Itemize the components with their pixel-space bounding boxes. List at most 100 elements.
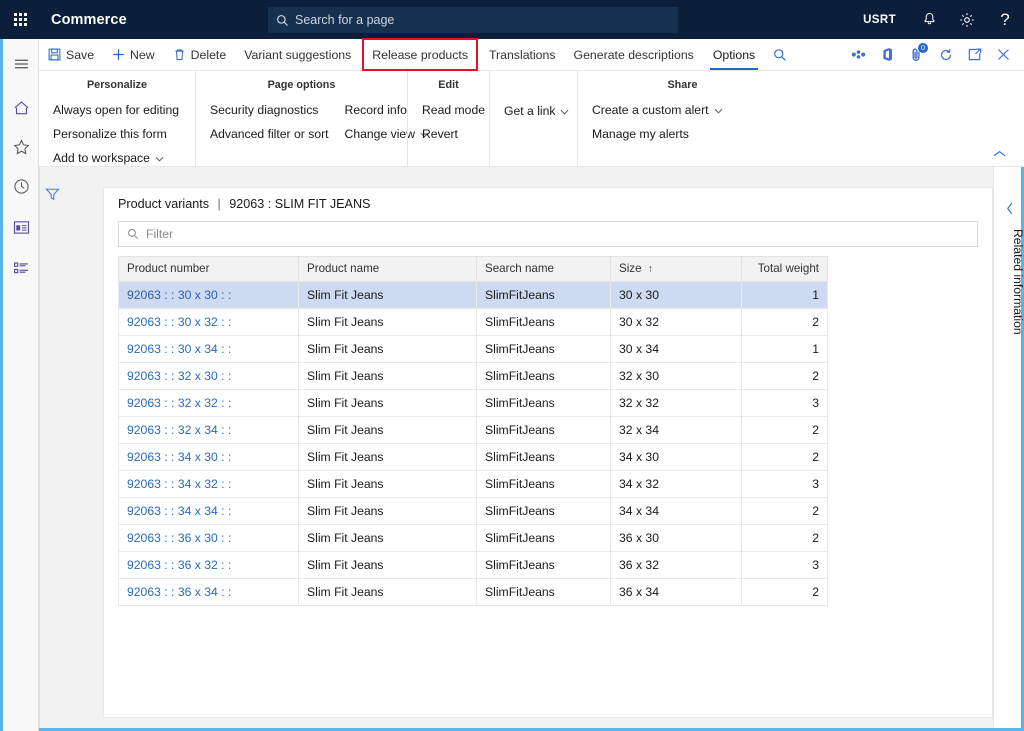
create-a-custom-alert-item[interactable]: Create a custom alert bbox=[592, 100, 727, 120]
options-label: Options bbox=[713, 48, 755, 62]
variant-suggestions-label: Variant suggestions bbox=[244, 48, 351, 62]
notifications-icon[interactable] bbox=[910, 0, 948, 39]
grid-filter-placeholder: Filter bbox=[146, 227, 173, 241]
personalize-this-form-item[interactable]: Personalize this form bbox=[53, 124, 183, 144]
table-row[interactable]: 92063 : : 30 x 34 : :Slim Fit JeansSlimF… bbox=[119, 336, 828, 363]
cell-size: 32 x 34 bbox=[611, 417, 742, 444]
cell-product_number[interactable]: 92063 : : 34 x 30 : : bbox=[119, 444, 299, 471]
related-information-label[interactable]: Related information bbox=[994, 229, 1024, 335]
release-products-button[interactable]: Release products bbox=[363, 39, 477, 70]
office-app-icon[interactable] bbox=[873, 39, 902, 70]
app-launcher-icon[interactable] bbox=[0, 0, 40, 39]
save-button[interactable]: Save bbox=[39, 39, 103, 70]
funnel-icon[interactable] bbox=[45, 187, 65, 207]
column-header-search-name[interactable]: Search name bbox=[477, 257, 611, 282]
column-header-product-number[interactable]: Product number bbox=[119, 257, 299, 282]
always-open-for-editing-item[interactable]: Always open for editing bbox=[53, 100, 183, 120]
table-row[interactable]: 92063 : : 32 x 34 : :Slim Fit JeansSlimF… bbox=[119, 417, 828, 444]
filter-pane-strip bbox=[40, 167, 65, 731]
table-row[interactable]: 92063 : : 36 x 30 : :Slim Fit JeansSlimF… bbox=[119, 525, 828, 552]
cell-product_number[interactable]: 92063 : : 36 x 30 : : bbox=[119, 525, 299, 552]
attachments-icon[interactable]: 0 bbox=[902, 39, 931, 70]
ribbon-item-label: Create a custom alert bbox=[592, 102, 709, 118]
cell-product_number[interactable]: 92063 : : 32 x 30 : : bbox=[119, 363, 299, 390]
toolbar-right-icons: 0 bbox=[844, 39, 1024, 70]
generate-descriptions-button[interactable]: Generate descriptions bbox=[565, 39, 703, 70]
column-header-size[interactable]: Size↑ bbox=[611, 257, 742, 282]
cell-total_weight: 2 bbox=[742, 579, 828, 606]
cell-search_name: SlimFitJeans bbox=[477, 336, 611, 363]
cell-product_number[interactable]: 92063 : : 30 x 30 : : bbox=[119, 282, 299, 309]
read-mode-item[interactable]: Read mode bbox=[422, 100, 489, 120]
settings-icon[interactable] bbox=[948, 0, 986, 39]
related-information-rail: Related information bbox=[993, 167, 1024, 731]
ribbon-item-label: Manage my alerts bbox=[592, 126, 689, 142]
star-icon[interactable] bbox=[3, 129, 39, 165]
table-row[interactable]: 92063 : : 36 x 32 : :Slim Fit JeansSlimF… bbox=[119, 552, 828, 579]
title-separator: | bbox=[218, 197, 221, 211]
ribbon-collapse-button[interactable] bbox=[988, 145, 1010, 163]
table-row[interactable]: 92063 : : 34 x 32 : :Slim Fit JeansSlimF… bbox=[119, 471, 828, 498]
table-row[interactable]: 92063 : : 30 x 32 : :Slim Fit JeansSlimF… bbox=[119, 309, 828, 336]
brand-title[interactable]: Commerce bbox=[51, 12, 127, 28]
cell-product_number[interactable]: 92063 : : 36 x 32 : : bbox=[119, 552, 299, 579]
open-in-new-window-icon[interactable] bbox=[960, 39, 989, 70]
cell-product_number[interactable]: 92063 : : 32 x 34 : : bbox=[119, 417, 299, 444]
grid-filter-input[interactable]: Filter bbox=[118, 221, 978, 247]
new-button[interactable]: New bbox=[103, 39, 164, 70]
help-icon[interactable]: ? bbox=[986, 0, 1024, 39]
refresh-icon[interactable] bbox=[931, 39, 960, 70]
advanced-filter-or-sort-item[interactable]: Advanced filter or sort bbox=[210, 124, 333, 144]
cell-size: 30 x 32 bbox=[611, 309, 742, 336]
translations-button[interactable]: Translations bbox=[480, 39, 565, 70]
hamburger-icon[interactable] bbox=[3, 46, 39, 82]
ribbon-group-title: Page options bbox=[196, 79, 407, 91]
cell-search_name: SlimFitJeans bbox=[477, 471, 611, 498]
delete-button[interactable]: Delete bbox=[164, 39, 236, 70]
page-title-text: Product variants bbox=[118, 197, 209, 211]
save-icon bbox=[48, 48, 61, 61]
clock-icon[interactable] bbox=[3, 168, 39, 204]
cell-product_name: Slim Fit Jeans bbox=[299, 498, 477, 525]
home-icon[interactable] bbox=[3, 90, 39, 126]
relationships-icon[interactable] bbox=[844, 39, 873, 70]
tab-options[interactable]: Options bbox=[703, 39, 765, 70]
cell-product_number[interactable]: 92063 : : 32 x 32 : : bbox=[119, 390, 299, 417]
table-row[interactable]: 92063 : : 36 x 34 : :Slim Fit JeansSlimF… bbox=[119, 579, 828, 606]
toolbar-search-icon[interactable] bbox=[765, 48, 795, 62]
table-row[interactable]: 92063 : : 34 x 30 : :Slim Fit JeansSlimF… bbox=[119, 444, 828, 471]
cell-product_number[interactable]: 92063 : : 34 x 34 : : bbox=[119, 498, 299, 525]
modules-list-icon[interactable] bbox=[3, 250, 39, 286]
workspace-icon[interactable] bbox=[3, 209, 39, 245]
cell-product_name: Slim Fit Jeans bbox=[299, 552, 477, 579]
table-row[interactable]: 92063 : : 32 x 32 : :Slim Fit JeansSlimF… bbox=[119, 390, 828, 417]
ribbon-item-label: Get a link bbox=[504, 103, 555, 119]
cell-size: 32 x 32 bbox=[611, 390, 742, 417]
add-to-workspace-item[interactable]: Add to workspace bbox=[53, 148, 183, 168]
related-information-expand-button[interactable] bbox=[994, 193, 1024, 223]
cell-product_number[interactable]: 92063 : : 34 x 32 : : bbox=[119, 471, 299, 498]
table-row[interactable]: 92063 : : 34 x 34 : :Slim Fit JeansSlimF… bbox=[119, 498, 828, 525]
chevron-left-icon bbox=[1006, 202, 1014, 215]
ribbon-item-label: Read mode bbox=[422, 102, 485, 118]
table-row[interactable]: 92063 : : 30 x 30 : :Slim Fit JeansSlimF… bbox=[119, 282, 828, 309]
page-title: Product variants | 92063 : SLIM FIT JEAN… bbox=[104, 188, 992, 211]
revert-item[interactable]: Revert bbox=[422, 124, 489, 144]
global-search-input[interactable]: Search for a page bbox=[268, 7, 678, 33]
cell-product_number[interactable]: 92063 : : 36 x 34 : : bbox=[119, 579, 299, 606]
column-header-total-weight[interactable]: Total weight bbox=[742, 257, 828, 282]
close-icon[interactable] bbox=[989, 39, 1018, 70]
cell-total_weight: 2 bbox=[742, 417, 828, 444]
chevron-down-icon bbox=[155, 150, 164, 166]
table-row[interactable]: 92063 : : 32 x 30 : :Slim Fit JeansSlimF… bbox=[119, 363, 828, 390]
cell-product_number[interactable]: 92063 : : 30 x 32 : : bbox=[119, 309, 299, 336]
plus-icon bbox=[112, 48, 125, 61]
manage-my-alerts-item[interactable]: Manage my alerts bbox=[592, 124, 727, 144]
cell-product_number[interactable]: 92063 : : 30 x 34 : : bbox=[119, 336, 299, 363]
security-diagnostics-item[interactable]: Security diagnostics bbox=[210, 100, 333, 120]
get-a-link-item[interactable]: Get a link bbox=[504, 101, 573, 121]
variant-suggestions-button[interactable]: Variant suggestions bbox=[235, 39, 360, 70]
column-header-product-name[interactable]: Product name bbox=[299, 257, 477, 282]
cell-product_name: Slim Fit Jeans bbox=[299, 444, 477, 471]
company-selector[interactable]: USRT bbox=[863, 14, 896, 26]
